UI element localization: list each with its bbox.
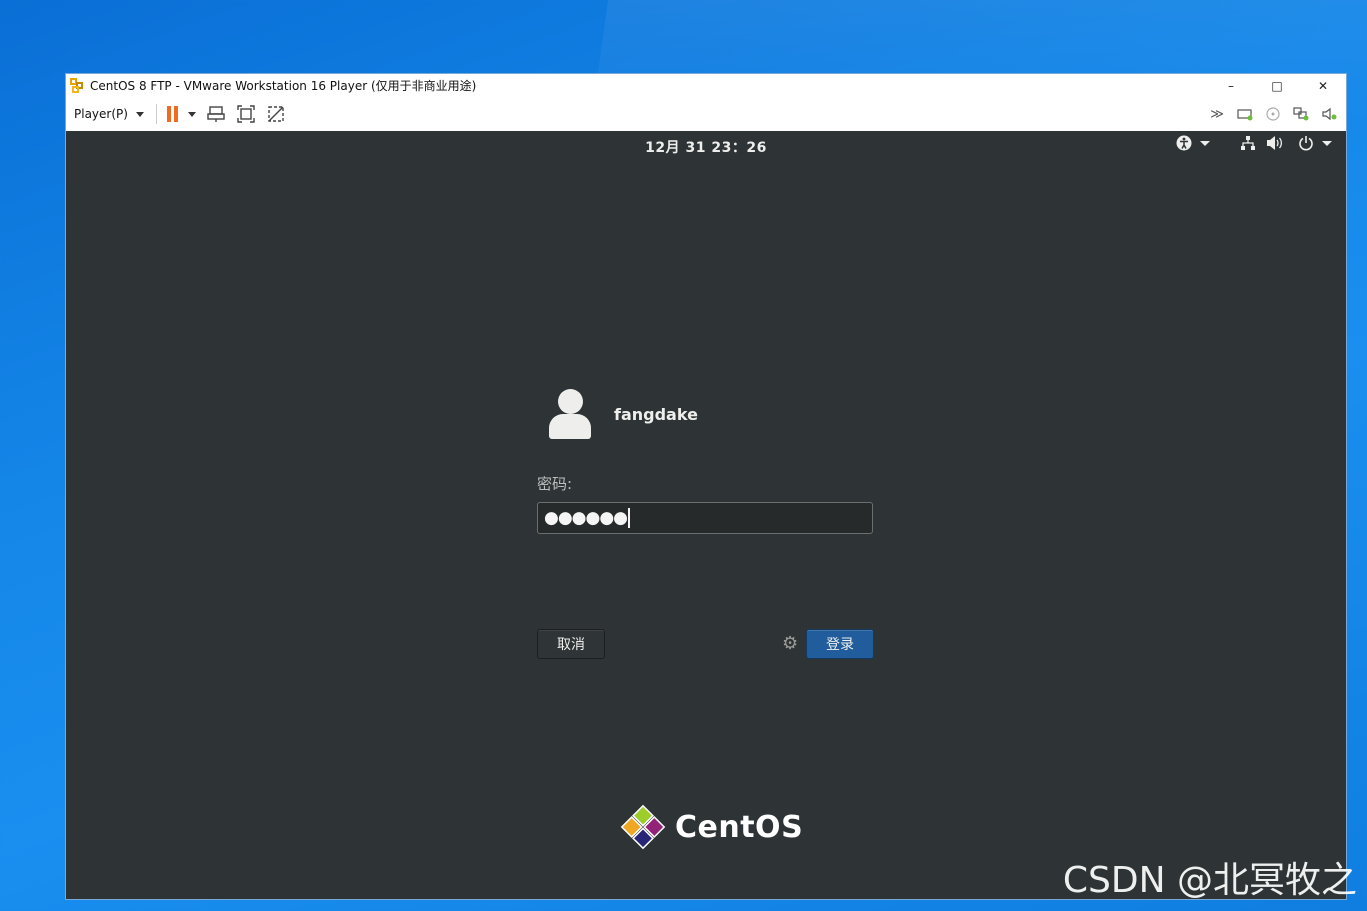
avatar xyxy=(546,386,594,442)
vmware-window: CentOS 8 FTP - VMware Workstation 16 Pla… xyxy=(65,73,1347,900)
chevron-down-icon xyxy=(135,111,144,117)
login-button[interactable]: 登录 xyxy=(806,629,874,659)
player-toolbar: Player(P) ≫ xyxy=(66,97,1346,132)
toolbar-divider xyxy=(155,104,157,124)
pause-menu-chevron-down-icon[interactable] xyxy=(187,111,196,117)
hard-disk-icon[interactable] xyxy=(1236,104,1254,124)
more-icon[interactable]: ≫ xyxy=(1208,104,1226,124)
pause-icon[interactable] xyxy=(166,106,178,122)
fullscreen-icon[interactable] xyxy=(236,104,256,124)
gear-icon[interactable]: ⚙ xyxy=(782,633,798,654)
maximize-button[interactable]: □ xyxy=(1254,74,1300,97)
network-adapter-icon[interactable] xyxy=(1292,104,1310,124)
vmware-app-icon xyxy=(70,77,86,94)
player-menu[interactable]: Player(P) xyxy=(74,107,144,121)
accessibility-icon xyxy=(1176,135,1192,151)
text-cursor xyxy=(628,508,631,528)
centos-mark-icon xyxy=(620,804,666,850)
player-menu-label: Player(P) xyxy=(74,107,128,121)
chevron-down-icon xyxy=(1200,140,1210,146)
volume-icon xyxy=(1267,136,1283,150)
password-input[interactable]: ●●●●●● xyxy=(537,502,873,534)
user-entry: fangdake xyxy=(546,386,698,442)
sound-icon[interactable] xyxy=(1320,104,1338,124)
device-status-icons: ≫ xyxy=(1208,97,1338,131)
title-bar[interactable]: CentOS 8 FTP - VMware Workstation 16 Pla… xyxy=(66,74,1346,97)
username-label: fangdake xyxy=(614,404,698,424)
accessibility-menu[interactable] xyxy=(1176,135,1210,151)
network-icon xyxy=(1241,136,1255,150)
unity-icon[interactable] xyxy=(266,104,286,124)
power-icon xyxy=(1299,136,1313,151)
vm-display[interactable]: 12月 31 23：26 fangdake 密码: ●●●●●● 取消 ⚙ 登录… xyxy=(66,131,1346,899)
window-title: CentOS 8 FTP - VMware Workstation 16 Pla… xyxy=(90,79,477,93)
password-label: 密码: xyxy=(537,475,573,493)
centos-logo: CentOS xyxy=(619,803,803,851)
password-value: ●●●●●● xyxy=(544,508,628,528)
cd-dvd-icon[interactable] xyxy=(1264,104,1282,124)
close-button[interactable]: ✕ xyxy=(1300,74,1346,97)
csdn-watermark: CSDN @北冥牧之 xyxy=(1062,860,1357,901)
chevron-down-icon xyxy=(1322,140,1332,146)
minimize-button[interactable]: – xyxy=(1208,74,1254,97)
centos-wordmark: CentOS xyxy=(675,809,804,845)
gnome-status-area xyxy=(1166,135,1332,151)
system-menu[interactable] xyxy=(1240,135,1332,151)
cancel-button[interactable]: 取消 xyxy=(537,629,605,659)
window-controls: – □ ✕ xyxy=(1208,74,1346,97)
send-ctrl-alt-del-icon[interactable] xyxy=(206,104,226,124)
gnome-clock[interactable]: 12月 31 23：26 xyxy=(66,137,1346,157)
